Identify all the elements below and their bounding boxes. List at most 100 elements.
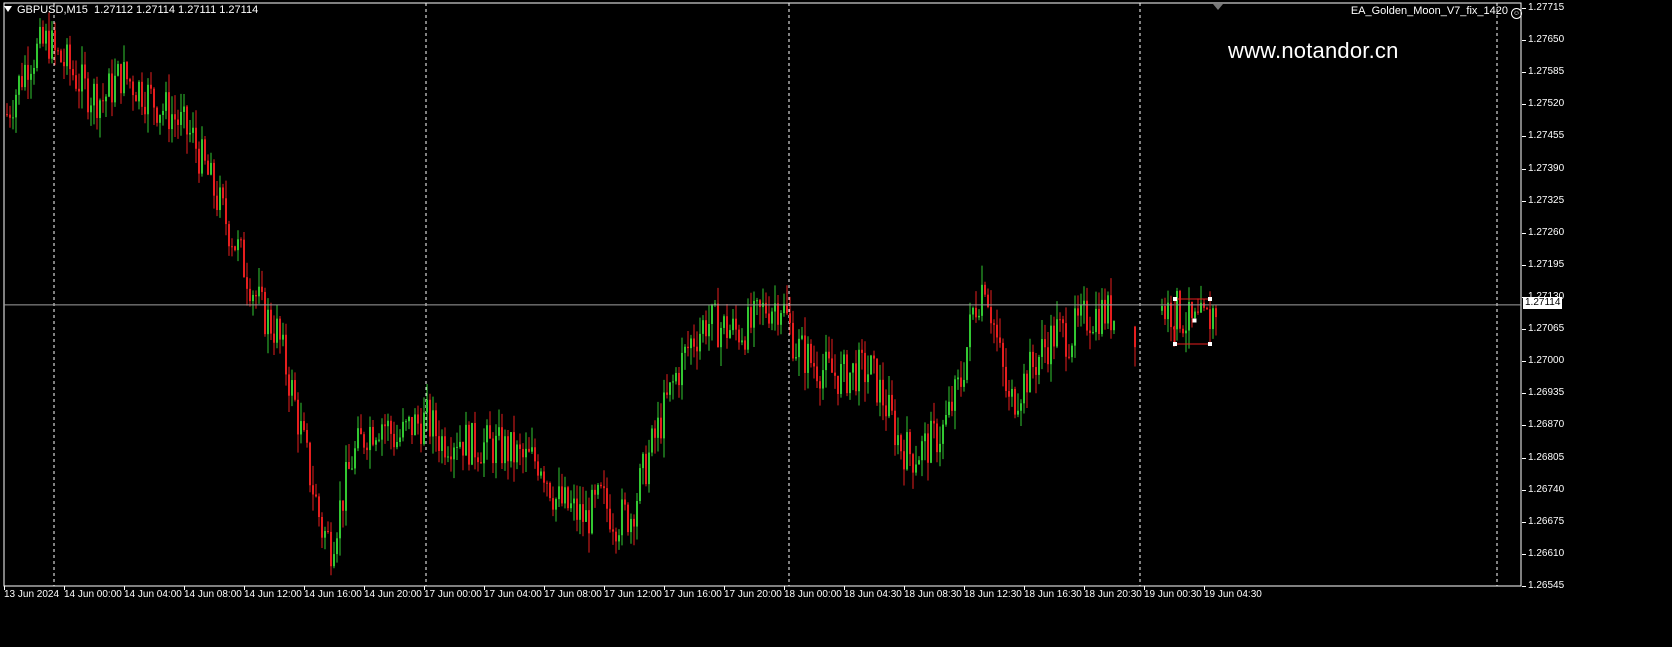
candle-body <box>828 351 830 359</box>
candle-body <box>936 423 938 453</box>
candle-body <box>864 352 866 383</box>
candle-body <box>306 429 308 443</box>
candle-body <box>390 420 392 434</box>
candle-body <box>48 30 50 59</box>
candle-body <box>720 327 722 348</box>
candle-body <box>1023 373 1025 404</box>
candle-body <box>684 346 686 353</box>
candle-body <box>912 454 914 473</box>
object-handle <box>1208 297 1212 301</box>
candle-body <box>1107 295 1109 324</box>
candle-body <box>975 307 977 318</box>
candle-body <box>804 335 806 373</box>
candle-body <box>39 26 41 44</box>
candle-body <box>831 358 833 373</box>
candle-body <box>177 119 179 125</box>
candle-body <box>249 288 251 302</box>
candle-body <box>9 114 11 118</box>
candle-body <box>528 448 530 452</box>
candle-body <box>174 114 176 120</box>
chart-window[interactable]: GBPUSD,M15 1.27112 1.27114 1.27111 1.271… <box>0 0 1672 647</box>
candle-body <box>792 322 794 359</box>
candle-body <box>852 363 854 373</box>
chart-menu-triangle-icon[interactable] <box>4 6 12 12</box>
current-price-label: 1.27114 <box>1523 297 1563 309</box>
candle-body <box>939 443 941 453</box>
candle-body <box>516 444 518 463</box>
candle-body <box>1035 367 1037 375</box>
time-scale[interactable]: 13 Jun 2024 14 Jun 00:00 14 Jun 04:00 14 Ju… <box>0 586 1522 606</box>
price-tick-label: 1.27325 <box>1521 194 1565 206</box>
price-tick-label: 1.26610 <box>1521 547 1565 559</box>
object-handle <box>1173 297 1177 301</box>
candle-body <box>1011 388 1013 397</box>
candle-body <box>471 423 473 465</box>
candle-body <box>66 44 68 67</box>
candle-body <box>78 88 80 92</box>
candle-body <box>144 106 146 115</box>
candle-body <box>564 487 566 504</box>
candle-body <box>495 435 497 464</box>
candle-body <box>369 426 371 451</box>
candle-body <box>627 504 629 533</box>
candle-body <box>636 500 638 527</box>
candle-body <box>204 139 206 161</box>
candle-body <box>732 318 734 331</box>
candle-body <box>927 433 929 463</box>
candle-body <box>30 73 32 80</box>
candle-body <box>819 381 821 389</box>
candle-body <box>384 424 386 427</box>
candle-body <box>294 380 296 400</box>
candle-body <box>795 357 797 359</box>
candle-body <box>300 421 302 435</box>
candle-body <box>948 401 950 415</box>
candle-body <box>534 447 536 462</box>
candle-body <box>378 439 380 441</box>
candle-body <box>135 95 137 102</box>
candle-body <box>657 417 659 438</box>
time-tick-label: 17 Jun 04:00 <box>484 586 542 600</box>
candle-body <box>525 448 527 458</box>
candle-body <box>330 531 332 567</box>
candle-body <box>75 75 77 89</box>
price-scale[interactable]: 1.27715 1.27650 1.27585 1.27520 1.27455 1.273… <box>1521 0 1672 591</box>
candle-body <box>600 484 602 487</box>
candle-body <box>858 349 860 392</box>
candle-body <box>1170 302 1172 328</box>
candle-body <box>1062 319 1064 324</box>
price-tick-label: 1.27520 <box>1521 98 1565 110</box>
candle-body <box>639 468 641 501</box>
candle-body <box>834 372 836 376</box>
candle-body <box>1026 373 1028 393</box>
candle-body <box>345 462 347 511</box>
candle-body <box>468 424 470 465</box>
candle-body <box>873 355 875 359</box>
candle-body <box>1164 306 1166 320</box>
candle-body <box>108 73 110 97</box>
expert-advisor-label[interactable]: EA_Golden_Moon_V7_fix_1420 ☺ <box>1351 5 1522 19</box>
candle-body <box>1191 301 1193 318</box>
candle-body <box>891 394 893 411</box>
time-tick-label: 18 Jun 16:30 <box>1024 586 1082 600</box>
price-tick-label: 1.27065 <box>1521 323 1565 335</box>
price-chart[interactable] <box>0 0 1672 647</box>
candle-body <box>12 117 14 119</box>
candle-body <box>609 508 611 530</box>
time-tick-label: 14 Jun 04:00 <box>124 586 182 600</box>
candle-body <box>147 84 149 115</box>
chart-shift-marker-icon[interactable] <box>1213 4 1223 10</box>
candle-body <box>963 379 965 387</box>
candle-body <box>1089 330 1091 334</box>
candle-body <box>879 379 881 403</box>
candle-body <box>372 426 374 445</box>
candle-body <box>606 488 608 509</box>
candle-body <box>318 496 320 518</box>
candle-body <box>282 334 284 340</box>
candle-body <box>882 379 884 406</box>
candle-body <box>621 499 623 536</box>
candle-body <box>690 338 692 349</box>
candle-body <box>555 499 557 510</box>
candle-body <box>153 88 155 108</box>
candle-body <box>219 187 221 211</box>
time-tick-label: 14 Jun 12:00 <box>244 586 302 600</box>
